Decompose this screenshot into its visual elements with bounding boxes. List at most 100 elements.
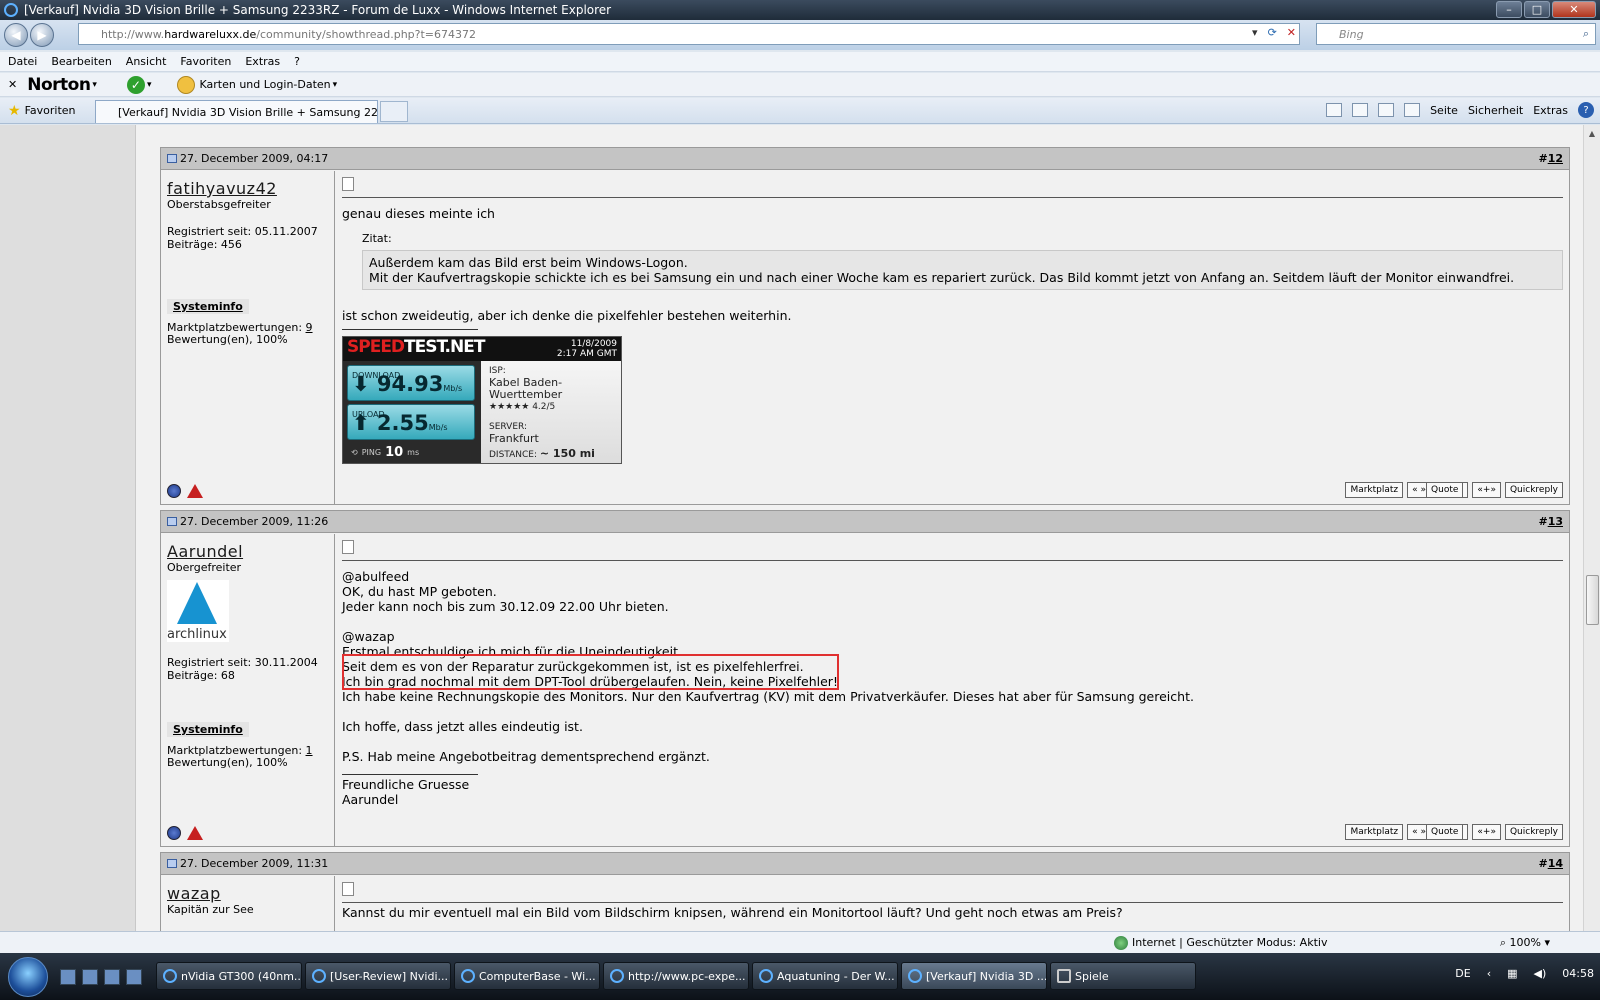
taskbar-item[interactable]: [User-Review] Nvidi... <box>305 962 451 990</box>
quote-button[interactable]: « » Quote <box>1407 482 1469 498</box>
market-rating: Marktplatzbewertungen: 1 Bewertung(en), … <box>167 745 328 769</box>
tab-bar: ★ Favoriten [Verkauf] Nvidia 3D Vision B… <box>0 98 1600 124</box>
tab-active-label: [Verkauf] Nvidia 3D Vision Brille + Sams… <box>118 105 378 119</box>
globe-icon <box>1114 935 1128 950</box>
post-line: Ich habe keine Rechnungskopie des Monito… <box>342 689 1194 704</box>
taskbar-item[interactable]: ComputerBase - Wi... <box>454 962 600 990</box>
lock-icon[interactable] <box>177 75 196 94</box>
marktplatz-button[interactable]: Marktplatz <box>1345 482 1404 498</box>
switch-windows-icon[interactable] <box>82 968 98 985</box>
mail-icon[interactable] <box>1378 103 1395 117</box>
post-number[interactable]: #13 <box>1538 515 1563 528</box>
show-desktop-icon[interactable] <box>60 968 76 985</box>
start-button[interactable] <box>8 956 48 997</box>
check-icon[interactable]: ✓ <box>126 75 145 94</box>
volume-icon[interactable]: ◀) <box>1534 967 1547 980</box>
systeminfo-link[interactable]: Systeminfo <box>167 299 249 314</box>
close-button[interactable]: ✕ <box>1552 1 1596 18</box>
cmd-sicherheit[interactable]: Sicherheit <box>1468 104 1523 117</box>
left-gutter <box>0 125 136 947</box>
post-count: Beiträge: 456 <box>167 238 242 251</box>
username[interactable]: wazap <box>167 884 328 903</box>
cmd-extras[interactable]: Extras <box>1533 104 1568 117</box>
refresh-icon[interactable]: ⟳ <box>1265 26 1280 39</box>
clock[interactable]: 04:58 <box>1562 967 1594 980</box>
close-toolbar-icon[interactable]: ✕ <box>8 78 17 91</box>
post-number[interactable]: #12 <box>1538 152 1563 165</box>
zone-text: Internet | Geschützter Modus: Aktiv <box>1132 936 1328 949</box>
menu-extras[interactable]: Extras <box>245 55 280 68</box>
online-status-icon <box>167 484 181 498</box>
tab-active[interactable]: [Verkauf] Nvidia 3D Vision Brille + Sams… <box>95 100 378 123</box>
dropdown-icon[interactable]: ▾ <box>1249 26 1261 39</box>
marktplatz-button[interactable]: Marktplatz <box>1345 824 1404 840</box>
minimize-button[interactable]: – <box>1496 1 1522 18</box>
market-rating: Marktplatzbewertungen: 9 Bewertung(en), … <box>167 322 328 346</box>
market-count-link[interactable]: 1 <box>306 744 313 757</box>
speedtest-header: SPEEDTEST.NET 11/8/2009 2:17 AM GMT <box>343 337 621 361</box>
cmd-seite[interactable]: Seite <box>1430 104 1458 117</box>
quote-button[interactable]: « » Quote <box>1407 824 1469 840</box>
taskbar-item[interactable]: http://www.pc-expe... <box>603 962 749 990</box>
language-indicator[interactable]: DE <box>1455 967 1470 980</box>
post-header: 27. December 2009, 11:26 #13 <box>161 511 1569 533</box>
up-arrow-icon: ⬆ <box>352 411 370 435</box>
post-date: 27. December 2009, 11:26 <box>180 515 329 528</box>
cards-dropdown-icon[interactable]: ▾ <box>333 80 338 90</box>
norton-dropdown-icon[interactable]: ▾ <box>92 80 97 90</box>
ie-icon <box>4 3 18 17</box>
divider <box>342 902 1563 903</box>
network-icon[interactable]: ▦ <box>1507 967 1517 980</box>
print-icon[interactable] <box>1404 103 1421 117</box>
menu-help[interactable]: ? <box>294 55 300 68</box>
username[interactable]: Aarundel <box>167 542 328 561</box>
post-number[interactable]: #14 <box>1538 857 1563 870</box>
new-tab-button[interactable] <box>380 101 408 122</box>
back-button[interactable]: ◀ <box>4 23 28 47</box>
favorites-button[interactable]: ★ Favoriten <box>0 103 90 119</box>
vertical-scrollbar[interactable]: ▲ ▼ <box>1583 125 1600 947</box>
quick-launch <box>60 968 142 985</box>
market-count-link[interactable]: 9 <box>306 321 313 334</box>
menu-favoriten[interactable]: Favoriten <box>180 55 231 68</box>
taskbar-item-active[interactable]: [Verkauf] Nvidia 3D ... <box>901 962 1047 990</box>
taskbar-item[interactable]: Spiele <box>1050 962 1196 990</box>
norton-logo[interactable]: Norton <box>27 75 91 95</box>
multiquote-button[interactable]: «+» <box>1472 482 1501 498</box>
search-input[interactable]: Bing ⌕ <box>1316 23 1596 45</box>
help-icon[interactable]: ? <box>1578 102 1594 118</box>
taskbar-item[interactable]: nVidia GT300 (40nm... <box>156 962 302 990</box>
systeminfo-link[interactable]: Systeminfo <box>167 722 249 737</box>
multiquote-button[interactable]: «+» <box>1472 824 1501 840</box>
media-player-icon[interactable] <box>126 968 142 985</box>
quickreply-button[interactable]: Quickreply <box>1504 824 1563 840</box>
menu-bearbeiten[interactable]: Bearbeiten <box>51 55 111 68</box>
speedtest-image[interactable]: SPEEDTEST.NET 11/8/2009 2:17 AM GMT DOWN… <box>342 336 622 464</box>
search-icon[interactable]: ⌕ <box>1583 27 1589 41</box>
username[interactable]: fatihyavuz42 <box>167 179 328 198</box>
security-zone[interactable]: Internet | Geschützter Modus: Aktiv <box>1114 935 1328 950</box>
maximize-button[interactable]: □ <box>1524 1 1550 18</box>
post-count: Beiträge: 68 <box>167 669 235 682</box>
menu-datei[interactable]: Datei <box>8 55 37 68</box>
stop-icon[interactable]: ✕ <box>1284 26 1299 39</box>
quickreply-button[interactable]: Quickreply <box>1504 482 1563 498</box>
ie-quicklaunch-icon[interactable] <box>104 968 120 985</box>
tray-arrow-icon[interactable]: ‹ <box>1487 967 1491 980</box>
home-icon[interactable] <box>1326 103 1343 117</box>
quote-line: Mit der Kaufvertragskopie schickte ich e… <box>369 270 1515 285</box>
scroll-up-icon[interactable]: ▲ <box>1584 125 1600 141</box>
scroll-thumb[interactable] <box>1586 575 1599 625</box>
check-dropdown-icon[interactable]: ▾ <box>147 80 152 90</box>
taskbar-item[interactable]: Aquatuning - Der W... <box>752 962 898 990</box>
url-input[interactable]: http://www. hardwareluxx.de/community/sho… <box>78 23 1300 45</box>
forward-button[interactable]: ▶ <box>30 23 54 47</box>
user-stats: Registriert seit: 05.11.2007 Beiträge: 4… <box>167 225 328 251</box>
report-icon[interactable] <box>187 826 203 840</box>
feeds-icon[interactable] <box>1352 103 1369 117</box>
report-icon[interactable] <box>187 484 203 498</box>
user-title: Oberstabsgefreiter <box>167 198 271 211</box>
menu-ansicht[interactable]: Ansicht <box>126 55 167 68</box>
cards-login-button[interactable]: Karten und Login-Daten <box>199 78 330 91</box>
zoom-control[interactable]: ⌕ 100% ▾ <box>1500 936 1550 950</box>
